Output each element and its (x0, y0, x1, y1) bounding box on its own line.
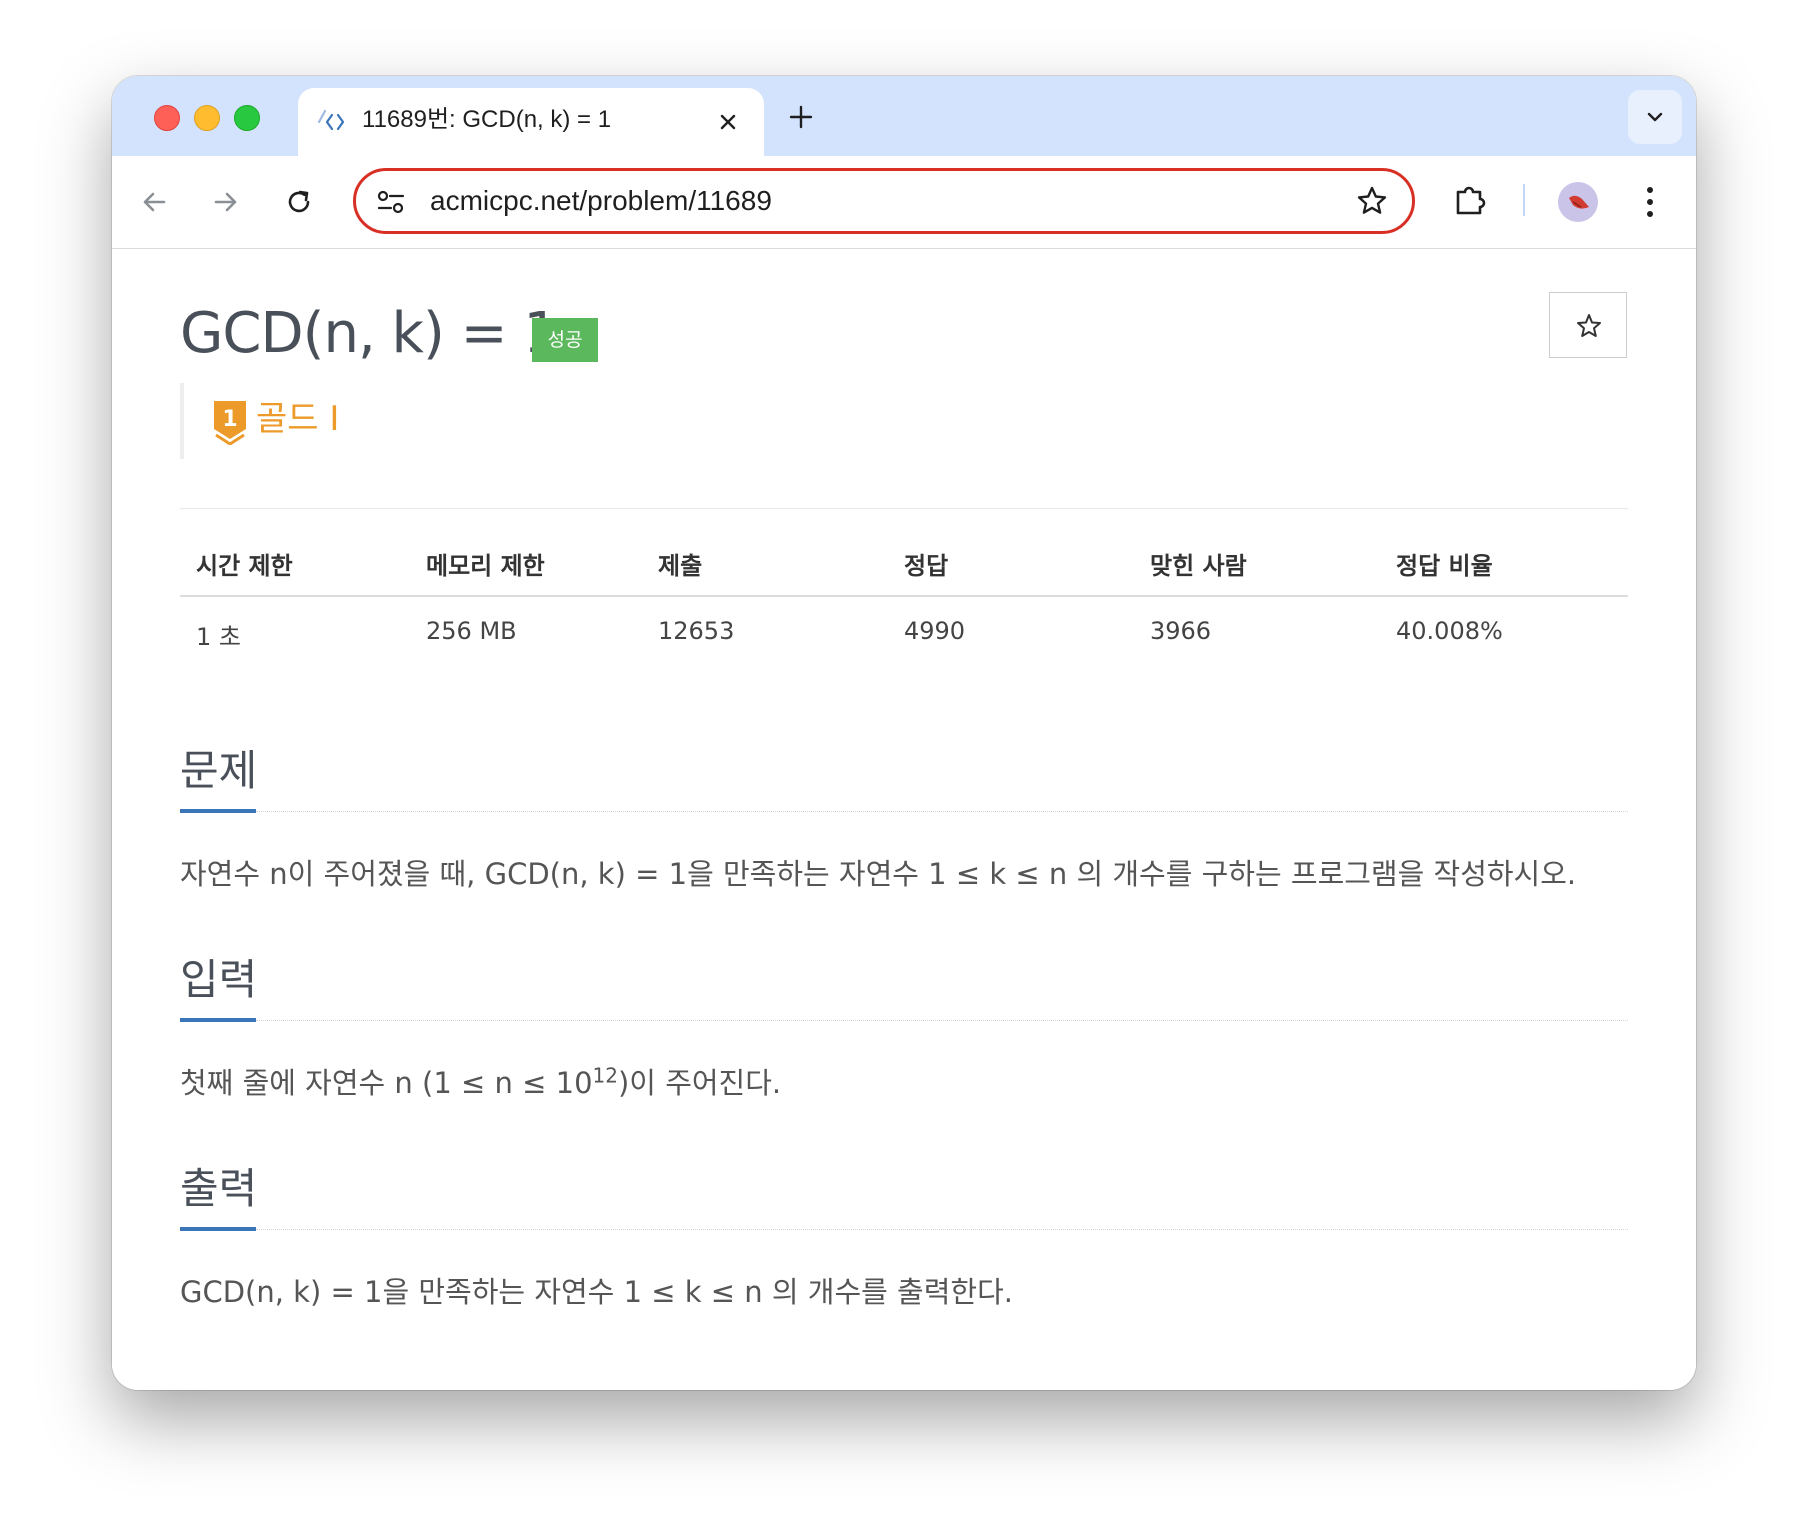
tier-blockquote-bar (180, 383, 184, 459)
page-content: GCD(n, k) = 1 성공 1 골드 I 시간 제한 메모리 제한 제출 … (112, 249, 1696, 1390)
input-text-before: 첫째 줄에 자연수 n (1 ≤ n ≤ 10 (180, 1066, 593, 1100)
tab-search-button[interactable] (1628, 90, 1682, 144)
value-accepted[interactable]: 4990 (904, 617, 965, 645)
url-text: acmicpc.net/problem/11689 (430, 185, 772, 216)
header-time-limit: 시간 제한 (196, 552, 293, 580)
value-solved-users[interactable]: 3966 (1150, 617, 1211, 645)
more-menu-icon[interactable] (1644, 184, 1656, 220)
input-section-divider (256, 1020, 1628, 1021)
tier-label[interactable]: 골드 I (256, 397, 339, 441)
extensions-puzzle-icon[interactable] (1452, 182, 1488, 218)
header-accept-ratio: 정답 비율 (1396, 552, 1493, 580)
favorite-problem-button[interactable] (1549, 292, 1627, 358)
problem-section-underline (180, 809, 256, 813)
tier-badge-number: 1 (222, 407, 237, 432)
table-header-line (180, 595, 1628, 597)
header-memory-limit: 메모리 제한 (426, 552, 545, 580)
header-divider (180, 508, 1628, 509)
close-window-button[interactable] (154, 105, 180, 131)
tab-title: 11689번: GCD(n, k) = 1 (362, 106, 612, 133)
back-arrow-icon[interactable] (138, 186, 170, 218)
problem-description: 자연수 n이 주어졌을 때, GCD(n, k) = 1을 만족하는 자연수 1… (180, 857, 1577, 891)
star-icon (1577, 314, 1601, 337)
problem-section-title: 문제 (180, 746, 258, 795)
address-bar[interactable]: acmicpc.net/problem/11689 (353, 168, 1415, 234)
output-section-underline (180, 1227, 256, 1231)
problem-title: GCD(n, k) = 1 (180, 301, 559, 366)
input-section-title: 입력 (180, 955, 258, 1004)
tab-bar: 11689번: GCD(n, k) = 1 (112, 76, 1696, 156)
problem-section-divider (256, 811, 1628, 812)
active-tab[interactable]: 11689번: GCD(n, k) = 1 (298, 88, 764, 156)
bookmark-star-icon[interactable] (1356, 185, 1388, 217)
input-text-after: )이 주어진다. (617, 1066, 782, 1100)
minimize-window-button[interactable] (194, 105, 220, 131)
close-tab-icon[interactable] (716, 110, 740, 134)
input-section-underline (180, 1018, 256, 1022)
output-description: GCD(n, k) = 1을 만족하는 자연수 1 ≤ k ≤ n 의 개수를 … (180, 1275, 1013, 1309)
toolbar-divider (1523, 184, 1525, 216)
value-memory-limit: 256 MB (426, 617, 517, 645)
new-tab-icon[interactable] (788, 104, 814, 130)
value-time-limit: 1 초 (196, 623, 241, 651)
chevron-down-icon (1647, 112, 1663, 122)
site-info-tune-icon[interactable] (376, 189, 406, 215)
maximize-window-button[interactable] (234, 105, 260, 131)
header-submissions: 제출 (658, 552, 703, 580)
gold-tier-badge-icon[interactable]: 1 (212, 399, 248, 445)
browser-toolbar: acmicpc.net/problem/11689 (112, 156, 1696, 249)
bird-avatar-icon (1569, 195, 1589, 209)
value-accept-ratio: 40.008% (1396, 617, 1503, 645)
browser-window: 11689번: GCD(n, k) = 1 acmicpc.net/proble… (112, 76, 1696, 1390)
header-accepted: 정답 (904, 552, 949, 580)
code-favicon-icon (317, 109, 345, 131)
status-badge: 성공 (532, 318, 598, 362)
input-exponent: 12 (592, 1063, 618, 1088)
input-description: 첫째 줄에 자연수 n (1 ≤ n ≤ 1012)이 주어진다. (180, 1063, 781, 1103)
forward-arrow-icon[interactable] (210, 186, 242, 218)
output-section-title: 출력 (180, 1164, 258, 1213)
reload-icon[interactable] (283, 186, 315, 218)
header-solved-users: 맞힌 사람 (1150, 552, 1247, 580)
profile-avatar[interactable] (1558, 182, 1598, 222)
value-submissions[interactable]: 12653 (658, 617, 734, 645)
output-section-divider (256, 1229, 1628, 1230)
